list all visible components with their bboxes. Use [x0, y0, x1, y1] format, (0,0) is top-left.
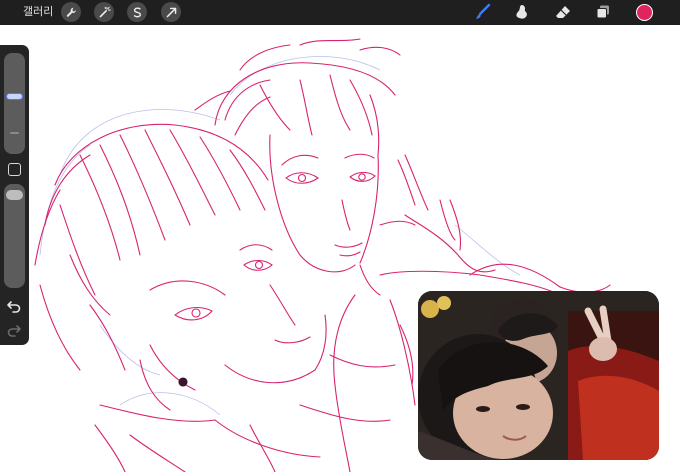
- transform-arrow-icon[interactable]: [161, 2, 181, 22]
- undo-icon[interactable]: [6, 299, 22, 313]
- layers-icon[interactable]: [592, 2, 614, 22]
- wrench-icon[interactable]: [61, 2, 81, 22]
- color-picker-button[interactable]: [636, 4, 653, 21]
- reference-photo[interactable]: [418, 291, 659, 460]
- brush-size-marker: [10, 132, 19, 134]
- opacity-handle[interactable]: [6, 190, 23, 200]
- eraser-icon[interactable]: [552, 2, 574, 22]
- reference-photo-image: [418, 291, 659, 460]
- redo-icon[interactable]: [6, 323, 22, 337]
- magic-wand-icon[interactable]: [94, 2, 114, 22]
- brush-size-handle[interactable]: [6, 93, 23, 100]
- left-sidebar: [0, 45, 29, 345]
- brush-size-slider[interactable]: [4, 53, 25, 154]
- top-toolbar: 갤러리: [0, 0, 680, 25]
- modify-button[interactable]: [8, 163, 21, 176]
- smudge-icon[interactable]: [511, 2, 533, 22]
- gallery-button[interactable]: 갤러리: [23, 4, 53, 20]
- brush-icon[interactable]: [472, 2, 494, 22]
- selection-icon[interactable]: [127, 2, 147, 22]
- opacity-slider[interactable]: [4, 184, 25, 288]
